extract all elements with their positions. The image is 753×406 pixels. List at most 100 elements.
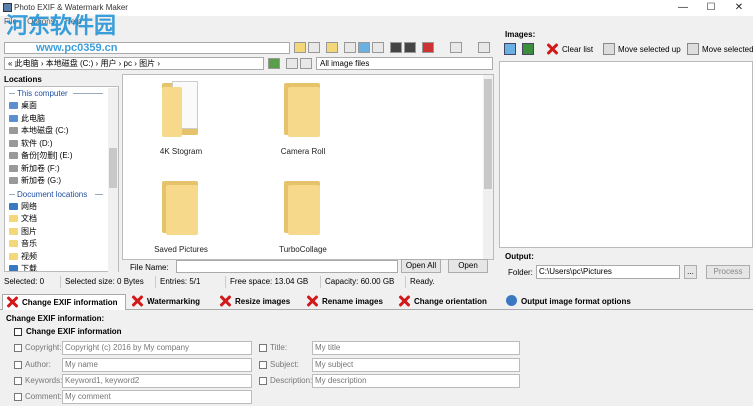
thumbnail-view-button[interactable] bbox=[522, 42, 537, 58]
drive-icon bbox=[9, 177, 18, 184]
tab-rename-images[interactable]: Rename images bbox=[303, 294, 393, 310]
favorites-icon[interactable] bbox=[326, 42, 338, 53]
description-label: Description: bbox=[270, 376, 313, 385]
enable-exif-label: Change EXIF information bbox=[26, 327, 122, 336]
author-input[interactable]: My name bbox=[62, 358, 252, 372]
documents-icon bbox=[9, 215, 18, 222]
address-bar[interactable]: « 此电脑 › 本地磁盘 (C:) › 用户 › pc › 图片 › bbox=[4, 57, 264, 70]
title-checkbox[interactable] bbox=[259, 344, 267, 352]
location-item[interactable]: 文档 bbox=[5, 213, 118, 226]
forward-icon[interactable] bbox=[300, 58, 312, 69]
location-item[interactable]: 图片 bbox=[5, 226, 118, 239]
tab-watermarking[interactable]: Watermarking bbox=[128, 294, 214, 310]
file-grid[interactable]: 4K Stogram Camera Roll Saved Pictures Tu… bbox=[122, 74, 494, 260]
folder-icon[interactable] bbox=[294, 42, 306, 53]
sort-icon[interactable] bbox=[390, 42, 402, 53]
tab-change-orientation[interactable]: Change orientation bbox=[395, 294, 501, 310]
locations-tree[interactable]: This computer 桌面 此电脑 本地磁盘 (C:) 软件 (D:) 备… bbox=[4, 86, 119, 272]
view-list-icon[interactable] bbox=[344, 42, 356, 53]
maximize-button[interactable]: ☐ bbox=[697, 0, 725, 16]
refresh-icon[interactable] bbox=[268, 58, 280, 69]
comment-checkbox[interactable] bbox=[14, 393, 22, 401]
stop-icon[interactable] bbox=[422, 42, 434, 53]
view-thumbnails-icon[interactable] bbox=[358, 42, 370, 53]
file-type-filter[interactable]: All image files bbox=[316, 57, 493, 70]
location-item[interactable]: 新加卷 (F:) bbox=[5, 163, 118, 176]
author-checkbox[interactable] bbox=[14, 361, 22, 369]
location-item[interactable]: 本地磁盘 (C:) bbox=[5, 125, 118, 138]
minimize-button[interactable]: — bbox=[669, 0, 697, 16]
tab-change-exif[interactable]: Change EXIF information bbox=[2, 294, 126, 311]
comment-input[interactable]: My comment bbox=[62, 390, 252, 404]
app-window: Photo EXIF & Watermark Maker — ☐ ✕ File … bbox=[0, 0, 753, 406]
close-button[interactable]: ✕ bbox=[725, 0, 753, 16]
back-icon[interactable] bbox=[286, 58, 298, 69]
status-entries: Entries: 5/1 bbox=[155, 276, 200, 288]
title-input[interactable]: My title bbox=[312, 341, 520, 355]
output-label: Output: bbox=[505, 252, 534, 261]
clear-list-button[interactable]: Clear list bbox=[546, 42, 593, 58]
search-icon[interactable] bbox=[450, 42, 462, 53]
description-input[interactable]: My description bbox=[312, 374, 520, 388]
copyright-input[interactable]: Copyright (c) 2016 by My company bbox=[62, 341, 252, 355]
open-button[interactable]: Open bbox=[448, 259, 488, 273]
settings-icon[interactable] bbox=[308, 42, 320, 53]
music-icon bbox=[9, 240, 18, 247]
location-item[interactable]: 网络 bbox=[5, 201, 118, 214]
process-button[interactable]: Process bbox=[706, 265, 750, 279]
view-details-icon[interactable] bbox=[372, 42, 384, 53]
keywords-label: Keywords: bbox=[25, 376, 63, 385]
open-all-button[interactable]: Open All bbox=[401, 259, 441, 273]
folder-item[interactable]: Camera Roll bbox=[253, 79, 353, 156]
layout-icon[interactable] bbox=[404, 42, 416, 53]
group-this-computer[interactable]: This computer bbox=[5, 87, 118, 100]
file-grid-scrollbar[interactable] bbox=[483, 75, 493, 259]
location-item[interactable]: 软件 (D:) bbox=[5, 138, 118, 151]
keywords-input[interactable]: Keyword1, keyword2 bbox=[62, 374, 252, 388]
folder-item[interactable]: TurboCollage bbox=[253, 177, 353, 254]
tab-bar: Change EXIF information Watermarking Res… bbox=[0, 294, 753, 311]
subject-checkbox[interactable] bbox=[259, 361, 267, 369]
status-selected-size: Selected size: 0 Bytes bbox=[60, 276, 144, 288]
description-checkbox[interactable] bbox=[259, 377, 267, 385]
location-item[interactable]: 视频 bbox=[5, 251, 118, 264]
scrollbar-thumb[interactable] bbox=[484, 79, 492, 189]
group-document-locations[interactable]: Document locations bbox=[5, 188, 118, 201]
file-name-label: File Name: bbox=[130, 263, 169, 272]
folder-icon bbox=[280, 177, 326, 237]
status-free-space: Free space: 13.04 GB bbox=[225, 276, 308, 288]
enable-exif-checkbox[interactable] bbox=[14, 328, 22, 336]
file-name-input[interactable] bbox=[176, 260, 398, 273]
folder-icon bbox=[158, 177, 204, 237]
globe-icon bbox=[506, 295, 517, 306]
exif-group-label: Change EXIF information: bbox=[6, 314, 105, 323]
drive-icon bbox=[9, 152, 18, 159]
subject-input[interactable]: My subject bbox=[312, 358, 520, 372]
subject-label: Subject: bbox=[270, 360, 299, 369]
locations-scrollbar[interactable] bbox=[108, 88, 118, 272]
desktop-icon bbox=[9, 102, 18, 109]
keywords-checkbox[interactable] bbox=[14, 377, 22, 385]
move-down-button[interactable]: Move selected bbox=[687, 42, 753, 58]
scrollbar-thumb[interactable] bbox=[109, 148, 117, 188]
arrow-up-icon bbox=[603, 43, 615, 55]
location-item[interactable]: 下载 bbox=[5, 263, 118, 271]
output-folder-input[interactable]: C:\Users\pc\Pictures bbox=[536, 265, 680, 279]
copyright-checkbox[interactable] bbox=[14, 344, 22, 352]
folder-item[interactable]: 4K Stogram bbox=[131, 79, 231, 156]
author-label: Author: bbox=[25, 360, 51, 369]
folder-item[interactable]: Saved Pictures bbox=[131, 177, 231, 254]
location-item[interactable]: 桌面 bbox=[5, 100, 118, 113]
location-item[interactable]: 此电脑 bbox=[5, 113, 118, 126]
images-list[interactable] bbox=[499, 61, 753, 248]
tab-resize-images[interactable]: Resize images bbox=[216, 294, 302, 310]
network-icon bbox=[9, 202, 18, 210]
location-item[interactable]: 新加卷 (G:) bbox=[5, 175, 118, 188]
tab-output-format[interactable]: Output image format options bbox=[503, 294, 648, 310]
move-up-button[interactable]: Move selected up bbox=[603, 42, 681, 58]
location-item[interactable]: 音乐 bbox=[5, 238, 118, 251]
browse-button[interactable]: ... bbox=[684, 265, 697, 279]
star-icon[interactable] bbox=[478, 42, 490, 53]
grid-view-button[interactable] bbox=[504, 42, 519, 58]
location-item[interactable]: 备份[勿删] (E:) bbox=[5, 150, 118, 163]
